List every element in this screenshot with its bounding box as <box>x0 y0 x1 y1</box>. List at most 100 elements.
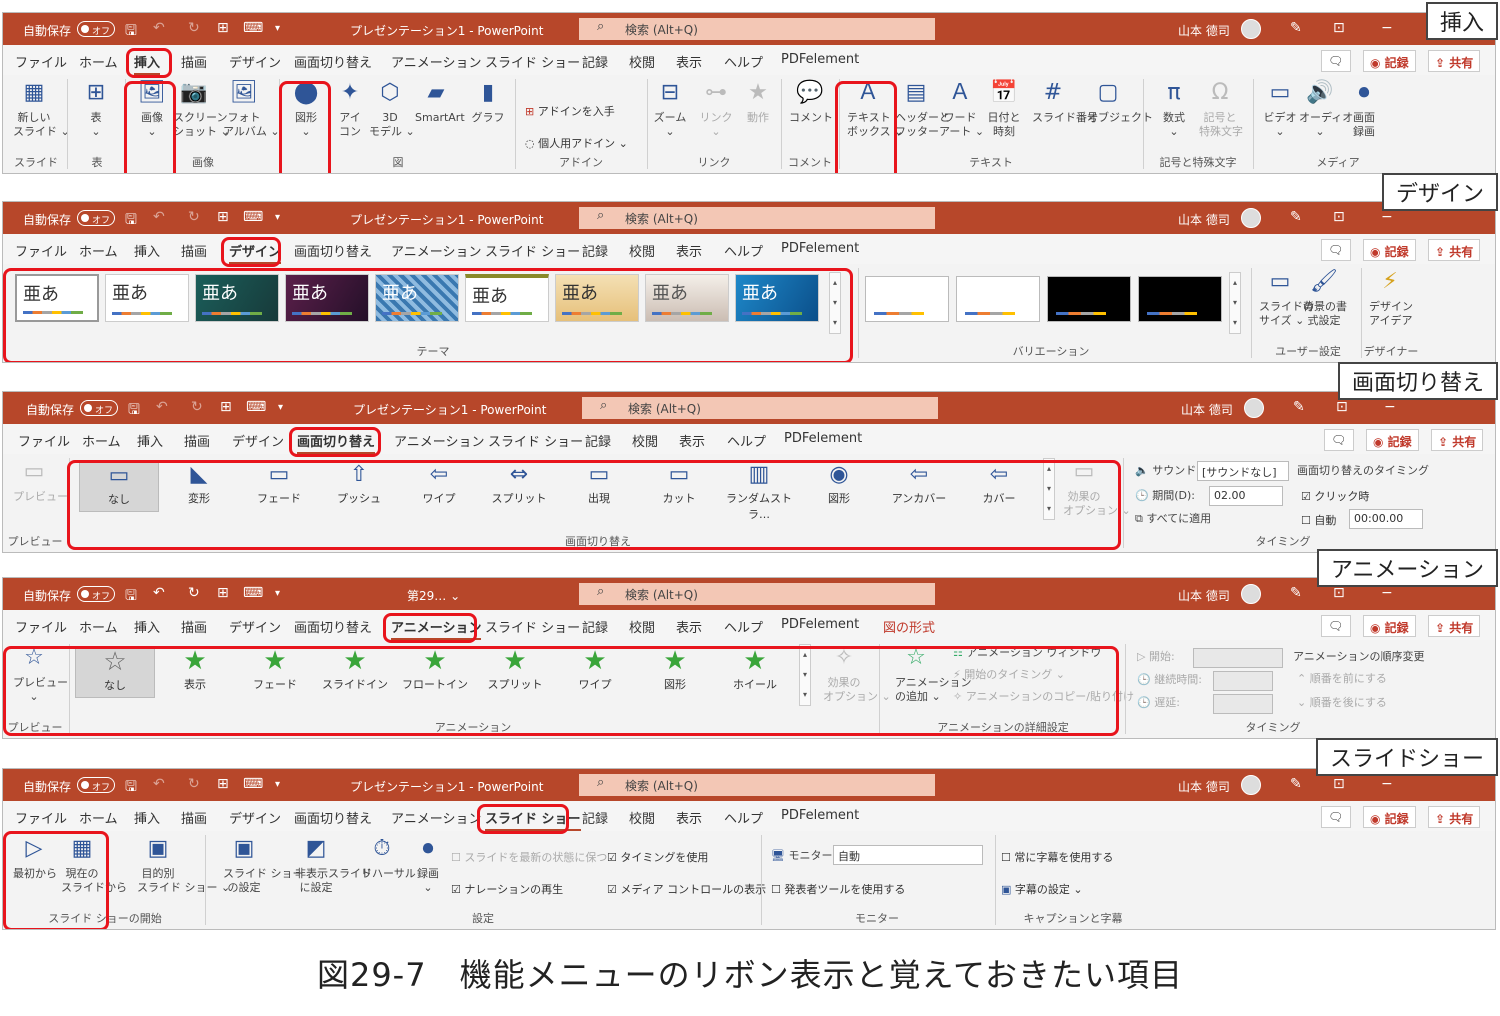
screenshot-label[interactable]: スクリーン ショット ⌄ <box>173 111 230 139</box>
tab-10[interactable]: 表示 <box>676 241 702 260</box>
tab-1[interactable]: ホーム <box>79 52 118 71</box>
transition-preview-label[interactable]: プレビュー <box>13 490 68 504</box>
touch-mode-icon[interactable]: ⌨ <box>243 209 263 225</box>
new-slide-label[interactable]: 新しい スライド ⌄ <box>13 111 70 139</box>
design-ideas-label[interactable]: デザイン アイデア <box>1369 300 1413 328</box>
tab-3[interactable]: 描画 <box>181 241 207 260</box>
tab-3[interactable]: 描画 <box>184 431 210 450</box>
record-button[interactable]: ◉ 記録 <box>1363 50 1416 72</box>
start-field[interactable] <box>1193 648 1283 668</box>
header-footer-label[interactable]: ヘッダーと フッター <box>895 111 950 139</box>
auto-time-field[interactable]: 00:00.00 <box>1349 509 1423 529</box>
monitor-select[interactable]: 自動 <box>833 845 983 865</box>
tab-7[interactable]: スライド ショー <box>485 52 580 71</box>
comments-button[interactable]: 🗨 <box>1321 239 1351 261</box>
comments-button[interactable]: 🗨 <box>1321 806 1351 828</box>
subtitle-settings-button[interactable]: ▣ 字幕の設定 ⌄ <box>1001 881 1083 897</box>
redo-icon[interactable]: ↻ <box>191 399 203 415</box>
save-icon[interactable]: 🖫 <box>128 399 140 423</box>
ribbon-display-icon[interactable]: ⊡ <box>1333 209 1345 225</box>
tab-8[interactable]: 記録 <box>582 241 608 260</box>
link-label[interactable]: リンク ⌄ <box>695 111 737 139</box>
tab-1[interactable]: ホーム <box>79 808 118 827</box>
tab-11[interactable]: ヘルプ <box>724 617 763 636</box>
tab-4[interactable]: デザイン <box>229 617 281 636</box>
comments-button[interactable]: 🗨 <box>1321 615 1351 637</box>
share-button[interactable]: ⇪ 共有 <box>1428 806 1481 828</box>
ribbon-display-icon[interactable]: ⊡ <box>1336 399 1348 415</box>
wordart-label[interactable]: ワード アート ⌄ <box>939 111 984 139</box>
tab-4[interactable]: デザイン <box>229 52 281 71</box>
tab-5[interactable]: 画面切り替え <box>294 617 372 636</box>
undo-icon[interactable]: ↶ <box>156 399 168 415</box>
always-subtitles-checkbox[interactable]: ☐ 常に字幕を使用する <box>1001 849 1113 865</box>
redo-icon[interactable]: ↻ <box>188 585 200 601</box>
audio-label[interactable]: オーディオ ⌄ <box>1299 111 1353 139</box>
redo-icon[interactable]: ↻ <box>188 776 200 792</box>
move-later-button[interactable]: ⌄ 順番を後にする <box>1297 696 1387 710</box>
date-time-label[interactable]: 日付と 時刻 <box>983 111 1025 139</box>
tab-1[interactable]: ホーム <box>82 431 121 450</box>
avatar[interactable] <box>1241 775 1261 795</box>
tab-0[interactable]: ファイル <box>18 431 70 450</box>
customize-qat-icon[interactable]: ▾ <box>275 23 280 34</box>
customize-qat-icon[interactable]: ▾ <box>275 212 280 223</box>
redo-icon[interactable]: ↻ <box>188 209 200 225</box>
search-box[interactable]: ⌕ 検索 (Alt+Q) <box>582 397 938 419</box>
record-show-label[interactable]: 録画 ⌄ <box>407 867 449 895</box>
tab-7[interactable]: スライド ショー <box>485 617 580 636</box>
sound-select[interactable]: [サウンドなし] <box>1197 461 1289 481</box>
tab-12[interactable]: PDFelement <box>781 808 859 823</box>
tab-11[interactable]: ヘルプ <box>727 431 766 450</box>
3d-models-label[interactable]: 3D モデル ⌄ <box>369 111 415 139</box>
comment-label[interactable]: コメント <box>789 111 833 125</box>
tab-10[interactable]: 表示 <box>676 617 702 636</box>
tab-7[interactable]: スライド ショー <box>485 241 580 260</box>
hide-slide-label[interactable]: 非表示スライド に設定 <box>295 867 372 895</box>
variant-thumbnail[interactable] <box>865 276 949 322</box>
tab-2[interactable]: 挿入 <box>137 431 163 450</box>
apply-all-button[interactable]: ⧉ すべてに適用 <box>1135 512 1211 526</box>
tab-3[interactable]: 描画 <box>181 617 207 636</box>
comments-button[interactable]: 🗨 <box>1324 429 1354 451</box>
tab-12[interactable]: PDFelement <box>781 617 859 632</box>
object-label[interactable]: オブジェクト <box>1087 111 1153 125</box>
table-label[interactable]: 表 ⌄ <box>75 111 117 139</box>
symbol-label[interactable]: 記号と 特殊文字 <box>1199 111 1243 139</box>
action-label[interactable]: 動作 <box>737 111 779 125</box>
pen-icon[interactable]: ✎ <box>1290 585 1302 601</box>
tab-8[interactable]: 記録 <box>582 617 608 636</box>
ribbon-display-icon[interactable]: ⊡ <box>1333 776 1345 792</box>
keep-fresh-checkbox[interactable]: ☐ スライドを最新の状態に保つ <box>451 849 607 865</box>
tab-9[interactable]: 校閲 <box>629 808 655 827</box>
customize-qat-icon[interactable]: ▾ <box>275 779 280 790</box>
video-label[interactable]: ビデオ ⌄ <box>1259 111 1301 139</box>
tab-6[interactable]: アニメーション <box>391 52 481 71</box>
tab-picture-format[interactable]: 図の形式 <box>883 617 935 636</box>
save-icon[interactable]: 🖫 <box>125 209 137 233</box>
tab-2[interactable]: 挿入 <box>134 241 160 260</box>
autosave-toggle[interactable]: オフ <box>77 777 115 793</box>
tab-6[interactable]: アニメーション <box>391 241 481 260</box>
touch-mode-icon[interactable]: ⌨ <box>243 20 263 36</box>
my-addins[interactable]: ◌ 個人用アドイン ⌄ <box>525 137 628 151</box>
variant-thumbnail[interactable] <box>1138 276 1222 322</box>
save-icon[interactable]: 🖫 <box>125 20 137 44</box>
avatar[interactable] <box>1244 398 1264 418</box>
tab-5[interactable]: 画面切り替え <box>294 808 372 827</box>
tab-12[interactable]: PDFelement <box>781 241 859 256</box>
tab-0[interactable]: ファイル <box>15 241 67 260</box>
custom-show-label[interactable]: 目的別 スライド ショー ⌄ <box>137 867 230 895</box>
tab-6[interactable]: アニメーション <box>391 808 481 827</box>
tab-8[interactable]: 記録 <box>582 808 608 827</box>
tab-12[interactable]: PDFelement <box>784 431 862 446</box>
tab-6[interactable]: アニメーション <box>394 431 484 450</box>
minimize-icon[interactable]: − <box>1381 585 1393 601</box>
record-button[interactable]: ◉ 記録 <box>1363 239 1416 261</box>
variant-gallery-scroll[interactable]: ▴ ▾ ▾ <box>1229 272 1241 334</box>
share-button[interactable]: ⇪ 共有 <box>1428 239 1481 261</box>
tab-10[interactable]: 表示 <box>679 431 705 450</box>
on-click-checkbox[interactable]: ☑ クリック時 <box>1301 488 1369 504</box>
touch-mode-icon[interactable]: ⌨ <box>246 399 266 415</box>
tab-9[interactable]: 校閲 <box>632 431 658 450</box>
